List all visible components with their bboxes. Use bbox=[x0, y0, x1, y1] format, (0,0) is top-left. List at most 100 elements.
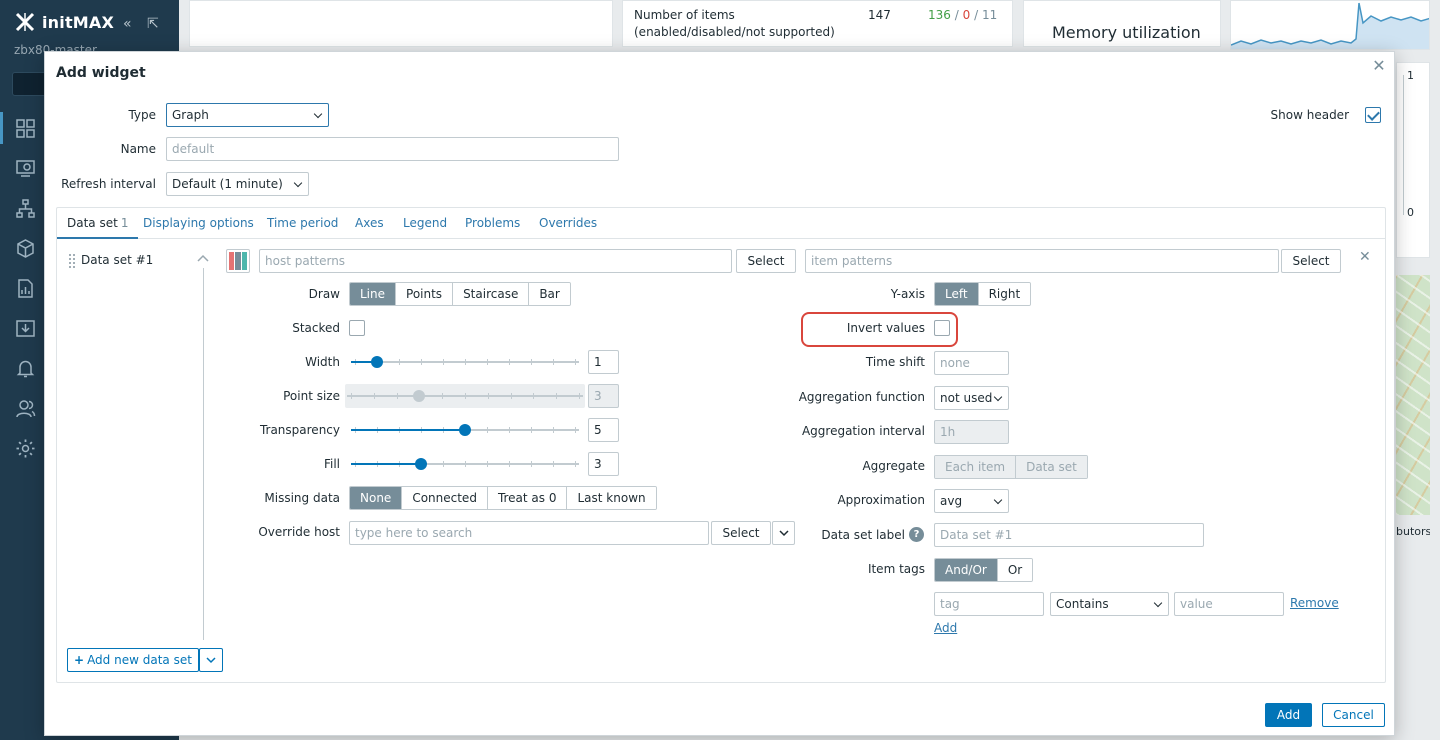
host-patterns-input[interactable]: host patterns bbox=[259, 249, 732, 273]
tab-legend[interactable]: Legend bbox=[403, 208, 447, 239]
item-tags-option-or[interactable]: Or bbox=[996, 559, 1033, 581]
bg-memory-title: Memory utilization bbox=[1052, 23, 1201, 42]
aggregate-option-each-item: Each item bbox=[935, 456, 1016, 478]
type-select[interactable]: Graph bbox=[166, 103, 329, 127]
data-set-label-input[interactable]: Data set #1 bbox=[934, 523, 1204, 547]
missing-option-none[interactable]: None bbox=[350, 487, 402, 509]
missing-data-label: Missing data bbox=[264, 491, 340, 505]
override-host-select-button[interactable]: Select bbox=[711, 521, 771, 545]
stacked-checkbox[interactable] bbox=[349, 320, 365, 336]
tag-operator-select[interactable]: Contains bbox=[1050, 592, 1169, 616]
remove-tag-link[interactable]: Remove bbox=[1290, 591, 1339, 615]
initmax-logo-icon bbox=[15, 12, 35, 32]
tag-name-input[interactable]: tag bbox=[934, 592, 1044, 616]
y-axis-label: Y-axis bbox=[890, 287, 925, 301]
aggregate-option-data-set: Data set bbox=[1015, 456, 1087, 478]
dialog-title: Add widget bbox=[56, 65, 146, 81]
help-icon[interactable]: ? bbox=[909, 527, 924, 542]
name-label: Name bbox=[120, 142, 156, 156]
close-icon[interactable]: ✕ bbox=[1370, 56, 1388, 75]
collapse-chevron-icon[interactable] bbox=[196, 251, 210, 265]
bg-axis-min: 0 bbox=[1407, 206, 1414, 219]
draw-option-bar[interactable]: Bar bbox=[528, 283, 570, 305]
collapse-sidebar-icon[interactable]: « bbox=[123, 16, 132, 32]
draw-option-points[interactable]: Points bbox=[395, 283, 453, 305]
bg-map-attribution: butors bbox=[1396, 525, 1430, 538]
data-set-label-label: Data set label bbox=[821, 528, 905, 542]
bg-items-label: Number of items (enabled/disabled/not su… bbox=[634, 8, 835, 39]
add-widget-dialog: Add widget ✕ Type Graph Show header Name… bbox=[44, 51, 1395, 736]
missing-option-last-known[interactable]: Last known bbox=[566, 487, 656, 509]
add-button[interactable]: Add bbox=[1265, 703, 1312, 727]
time-shift-input[interactable]: none bbox=[934, 351, 1009, 375]
fill-label: Fill bbox=[323, 457, 340, 471]
item-tags-label: Item tags bbox=[867, 562, 925, 576]
draw-option-staircase[interactable]: Staircase bbox=[452, 283, 529, 305]
item-select-button[interactable]: Select bbox=[1281, 249, 1341, 273]
width-label: Width bbox=[305, 355, 340, 369]
color-palette-picker[interactable] bbox=[226, 249, 250, 273]
type-label: Type bbox=[128, 108, 156, 122]
point-size-value-input: 3 bbox=[588, 384, 619, 408]
refresh-interval-label: Refresh interval bbox=[61, 177, 156, 191]
width-value-input[interactable]: 1 bbox=[588, 350, 619, 374]
chevron-down-icon bbox=[206, 657, 216, 664]
missing-option-treat-as-zero[interactable]: Treat as 0 bbox=[486, 487, 567, 509]
bg-sparkline bbox=[1231, 2, 1429, 49]
cancel-button[interactable]: Cancel bbox=[1322, 703, 1385, 727]
draw-type-toggle: Line Points Staircase Bar bbox=[349, 282, 571, 306]
approximation-label: Approximation bbox=[837, 493, 925, 507]
item-patterns-input[interactable]: item patterns bbox=[805, 249, 1279, 273]
transparency-slider[interactable] bbox=[349, 418, 581, 442]
fill-value-input[interactable]: 3 bbox=[588, 452, 619, 476]
tab-time-period[interactable]: Time period bbox=[267, 208, 338, 239]
bg-memory-widget: Memory utilization bbox=[1023, 0, 1221, 47]
kiosk-mode-icon[interactable]: ⇱ bbox=[147, 16, 159, 32]
item-tags-option-and-or[interactable]: And/Or bbox=[935, 559, 997, 581]
aggregation-function-label: Aggregation function bbox=[798, 390, 925, 404]
name-input[interactable]: default bbox=[166, 137, 619, 161]
host-select-button[interactable]: Select bbox=[736, 249, 796, 273]
y-axis-option-right[interactable]: Right bbox=[977, 283, 1031, 305]
width-slider[interactable] bbox=[349, 350, 581, 374]
brand-logo[interactable]: initMAX bbox=[14, 11, 114, 33]
transparency-value-input[interactable]: 5 bbox=[588, 418, 619, 442]
add-data-set-dropdown-button[interactable] bbox=[199, 648, 223, 672]
bg-system-info-widget: Number of items (enabled/disabled/not su… bbox=[622, 0, 1013, 47]
override-host-label: Override host bbox=[258, 525, 340, 539]
y-axis-toggle: Left Right bbox=[934, 282, 1032, 306]
tab-overrides[interactable]: Overrides bbox=[539, 208, 597, 239]
plus-icon: + bbox=[74, 653, 85, 667]
draw-option-line[interactable]: Line bbox=[350, 283, 396, 305]
aggregation-function-select[interactable]: not used bbox=[934, 386, 1009, 410]
tab-displaying-options[interactable]: Displaying options bbox=[143, 208, 254, 239]
remove-data-set-icon[interactable]: ✕ bbox=[1359, 249, 1371, 265]
bg-items-breakdown: 136 / 0 / 11 bbox=[928, 8, 998, 22]
bg-map-widget bbox=[1396, 275, 1430, 515]
aggregate-label: Aggregate bbox=[862, 459, 925, 473]
bg-widget bbox=[189, 0, 613, 47]
approximation-select[interactable]: avg bbox=[934, 489, 1009, 513]
tag-value-input[interactable]: value bbox=[1174, 592, 1284, 616]
tab-bar: Data set 1 Displaying options Time period… bbox=[57, 208, 1385, 239]
point-size-slider bbox=[345, 384, 585, 408]
point-size-label: Point size bbox=[283, 389, 340, 403]
tab-problems[interactable]: Problems bbox=[465, 208, 520, 239]
override-host-input[interactable]: type here to search bbox=[349, 521, 709, 545]
invert-values-highlight bbox=[801, 312, 958, 347]
tab-data-set[interactable]: Data set 1 bbox=[57, 208, 139, 239]
missing-option-connected[interactable]: Connected bbox=[401, 487, 487, 509]
time-shift-label: Time shift bbox=[865, 355, 925, 369]
y-axis-option-left[interactable]: Left bbox=[935, 283, 978, 305]
transparency-label: Transparency bbox=[259, 423, 340, 437]
add-tag-link[interactable]: Add bbox=[934, 616, 957, 640]
add-new-data-set-button[interactable]: + Add new data set bbox=[67, 648, 199, 672]
aggregation-interval-label: Aggregation interval bbox=[801, 424, 925, 438]
drag-handle-icon[interactable] bbox=[68, 253, 76, 269]
tab-axes[interactable]: Axes bbox=[355, 208, 384, 239]
refresh-interval-select[interactable]: Default (1 minute) bbox=[166, 172, 309, 196]
show-header-label: Show header bbox=[1270, 108, 1349, 122]
show-header-checkbox[interactable] bbox=[1365, 107, 1381, 123]
data-set-name: Data set #1 bbox=[81, 253, 154, 267]
fill-slider[interactable] bbox=[349, 452, 581, 476]
